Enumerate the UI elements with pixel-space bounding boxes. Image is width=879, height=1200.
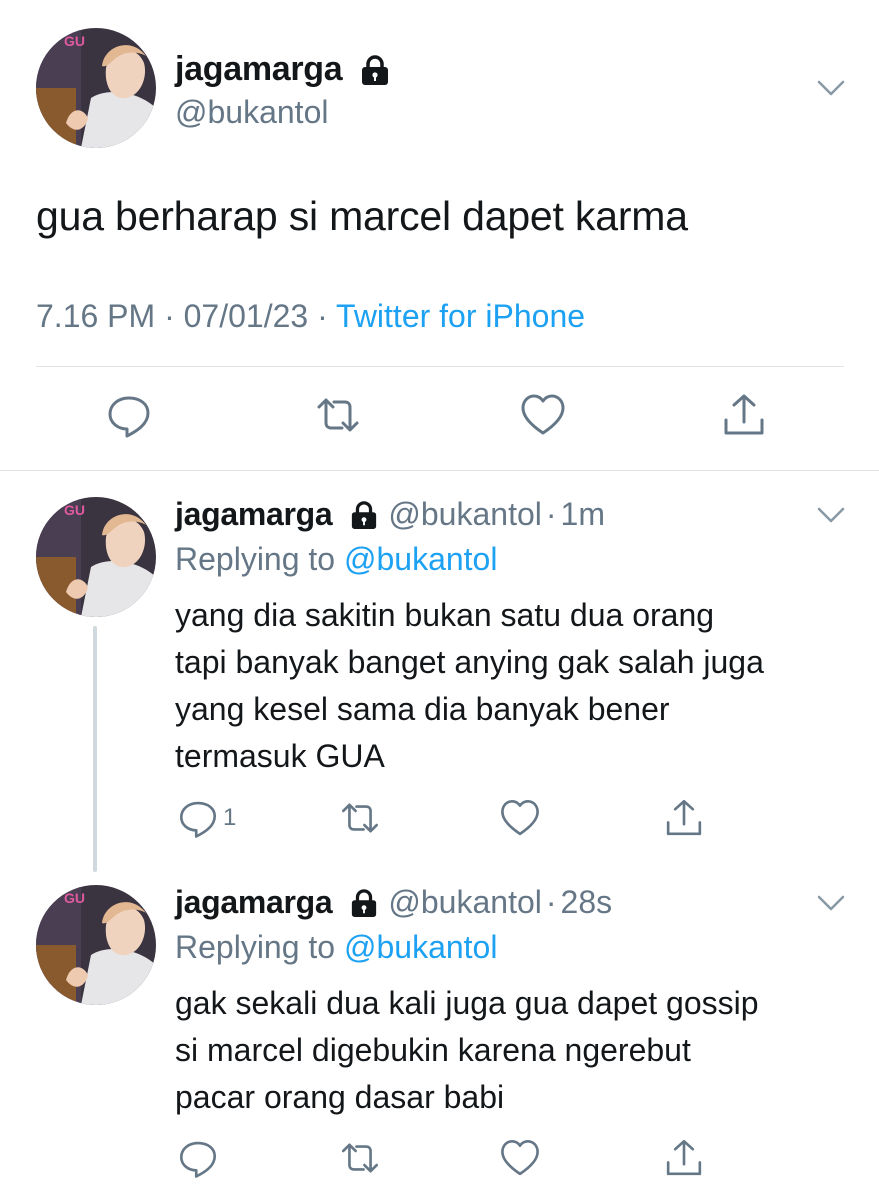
like-icon[interactable] xyxy=(498,1136,542,1180)
reply-header: jagamarga @bukantol · 28s xyxy=(175,884,612,921)
user-handle[interactable]: @bukantol xyxy=(388,496,541,533)
main-tweet: jagamarga @bukantol gua berharap si marc… xyxy=(0,0,879,470)
display-name[interactable]: jagamarga xyxy=(175,496,333,533)
reply-count: 1 xyxy=(223,804,237,831)
mention-link[interactable]: @bukantol xyxy=(344,541,497,577)
tweet-date: 07/01/23 xyxy=(183,298,309,334)
reply-text-line: termasuk GUA xyxy=(175,738,385,774)
display-name[interactable]: jagamarga xyxy=(175,884,333,921)
meta-separator: · xyxy=(317,298,328,334)
share-icon[interactable] xyxy=(662,796,706,840)
retweet-icon[interactable] xyxy=(338,796,382,840)
reply-text: gak sekali dua kali juga gua dapet gossi… xyxy=(175,980,759,1121)
tweet-source-link[interactable]: Twitter for iPhone xyxy=(336,298,585,334)
reply-icon[interactable] xyxy=(104,390,154,440)
tweet-time: 7.16 PM xyxy=(36,298,156,334)
meta-separator: · xyxy=(545,496,557,532)
reply-icon[interactable] xyxy=(176,1136,220,1180)
share-icon[interactable] xyxy=(662,1136,706,1180)
reply-text-line: gak sekali dua kali juga gua dapet gossi… xyxy=(175,985,759,1021)
tweet-text: gua berharap si marcel dapet karma xyxy=(36,193,688,239)
reply-text-line: yang dia sakitin bukan satu dua orang xyxy=(175,597,715,633)
avatar[interactable] xyxy=(36,28,156,148)
replying-to: Replying to @bukantol xyxy=(175,541,497,578)
tweet-meta: 7.16 PM · 07/01/23 · Twitter for iPhone xyxy=(36,298,585,335)
lock-icon xyxy=(350,500,378,530)
reply-text-line: pacar orang dasar babi xyxy=(175,1079,505,1115)
avatar[interactable] xyxy=(36,497,156,617)
reply-text-line: si marcel digebukin karena ngerebut xyxy=(175,1032,691,1068)
avatar[interactable] xyxy=(36,885,156,1005)
author-row: jagamarga xyxy=(175,50,390,89)
reply-icon[interactable] xyxy=(176,796,220,840)
reply-text-line: yang kesel sama dia banyak bener xyxy=(175,691,670,727)
tweet-actions xyxy=(0,390,879,446)
replying-prefix: Replying to xyxy=(175,929,336,965)
reply-actions: 1 xyxy=(0,796,879,840)
user-handle[interactable]: @bukantol xyxy=(175,94,328,131)
reply-time: 28s xyxy=(560,884,613,920)
chevron-down-icon[interactable] xyxy=(816,505,846,525)
divider xyxy=(36,366,844,367)
meta-separator: · xyxy=(545,884,557,920)
meta-separator: · xyxy=(164,298,175,334)
chevron-down-icon[interactable] xyxy=(816,78,846,98)
reply-actions xyxy=(0,1136,879,1180)
display-name[interactable]: jagamarga xyxy=(175,50,343,89)
lock-icon xyxy=(350,888,378,918)
retweet-icon[interactable] xyxy=(338,1136,382,1180)
divider xyxy=(0,470,879,471)
reply-header: jagamarga @bukantol · 1m xyxy=(175,496,605,533)
reply-text-line: tapi banyak banget anying gak salah juga xyxy=(175,644,764,680)
lock-icon xyxy=(360,54,390,86)
chevron-down-icon[interactable] xyxy=(816,893,846,913)
reply-text: yang dia sakitin bukan satu dua orang ta… xyxy=(175,592,764,780)
like-icon[interactable] xyxy=(498,796,542,840)
replying-prefix: Replying to xyxy=(175,541,336,577)
retweet-icon[interactable] xyxy=(313,390,363,440)
reply-time: 1m xyxy=(560,496,605,532)
like-icon[interactable] xyxy=(518,390,568,440)
mention-link[interactable]: @bukantol xyxy=(344,929,497,965)
replying-to: Replying to @bukantol xyxy=(175,929,497,966)
user-handle[interactable]: @bukantol xyxy=(388,884,541,921)
share-icon[interactable] xyxy=(719,390,769,440)
